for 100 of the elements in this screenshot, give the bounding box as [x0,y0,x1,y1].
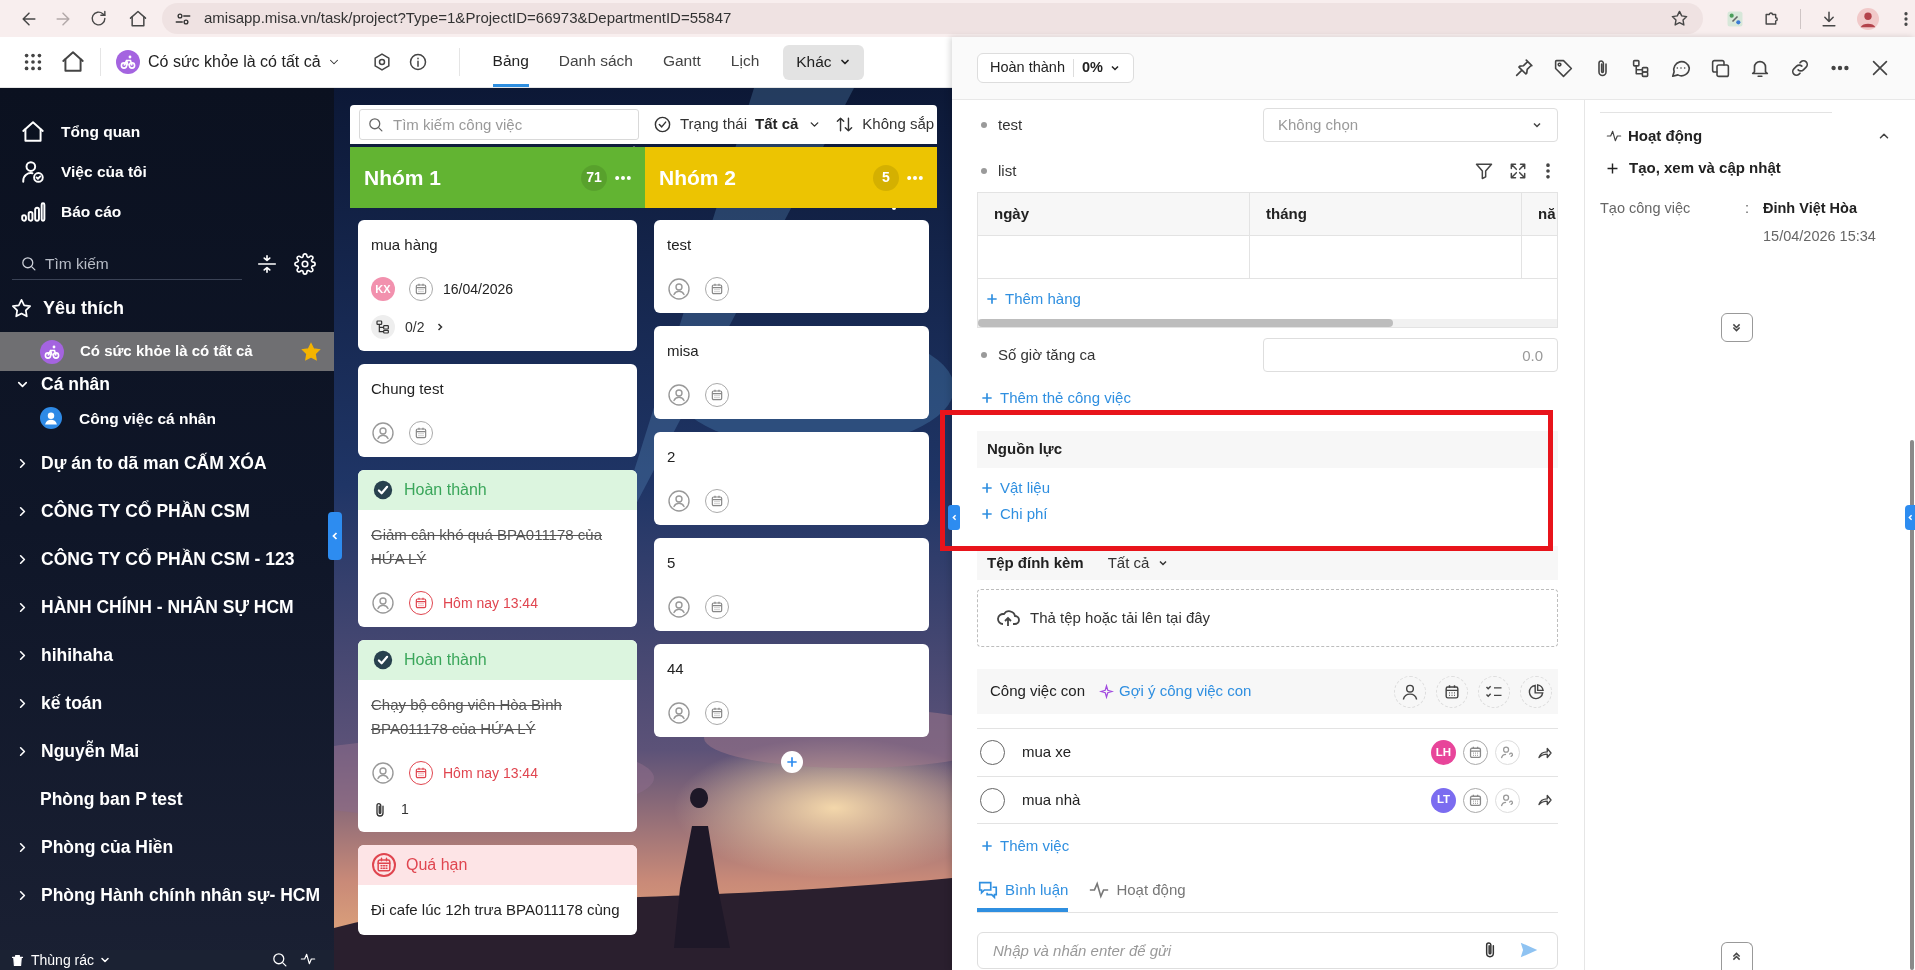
expand-more-button[interactable] [1720,312,1753,342]
search-icon[interactable] [271,951,288,968]
trash-menu[interactable]: Thùng rác [10,951,112,969]
add-resource-link[interactable]: Chi phí [979,502,1048,526]
sidebar-group[interactable]: HÀNH CHÍNH - NHÂN SỰ HCM [0,583,302,632]
panel-tab[interactable]: Hoạt động [1088,872,1186,912]
assignee-placeholder-icon[interactable] [371,591,395,615]
task-card[interactable]: Quá hạn Đi cafe lúc 12h trưa BPA011178 cùng [358,845,637,935]
expand-icon[interactable] [1508,161,1528,181]
collapse-panel-tab[interactable] [948,505,960,530]
apps-grid-icon[interactable] [22,51,44,73]
sidebar-group[interactable]: Cá nhân [0,371,119,398]
activity-user: Đinh Việt Hòa [1763,199,1858,218]
task-card[interactable]: Hoàn thành Giảm cân khó quá BPA011178 của HỨA LÝ Hôm nay 13:44 [358,470,637,627]
assignee-placeholder-icon[interactable] [667,383,691,407]
collapse-panel-tab[interactable] [1905,505,1915,530]
activity-filter[interactable]: Tạo, xem và cập nhật [1600,157,1891,179]
number-field[interactable]: 0.0 [1263,338,1558,372]
plus-icon [979,838,995,854]
sidebar-nav-item[interactable]: Báo cáo [0,192,334,232]
bookmark-star-icon[interactable] [1670,9,1689,28]
sidebar-group[interactable]: Dự án to dã man CẤM XÓA [0,439,275,488]
scroll-top-button[interactable] [1720,942,1753,970]
task-card[interactable]: Hoàn thành Chạy bộ công viên Hòa Bình BPA011178 của HỨA LÝ Hôm nay 13:44 1 [358,640,637,832]
info-icon[interactable] [407,52,428,72]
subtask-row[interactable]: mua nhà LT [977,776,1558,824]
scrollbar-thumb[interactable] [1910,440,1914,970]
task-card[interactable]: misa [654,326,929,419]
task-card[interactable]: 5 [654,538,929,631]
task-card[interactable]: Chung test [358,364,637,457]
reload-icon[interactable] [89,9,108,28]
settings-icon[interactable] [294,253,316,275]
panel-tab[interactable]: Bình luận [977,872,1069,912]
sidebar-group[interactable]: CÔNG TY CỔ PHẦN CSM [0,487,258,536]
assignee-placeholder-icon[interactable] [667,489,691,513]
file-dropzone[interactable]: Thả tệp hoặc tải lên tại đây [977,589,1558,647]
view-tab[interactable]: Gantt [662,37,701,87]
user-avatar-icon [40,407,62,430]
attachment-count: 1 [401,800,409,819]
sidebar-item[interactable]: Công việc cá nhân [0,397,334,440]
view-tab[interactable]: Lịch [730,37,760,87]
assignee-placeholder-icon[interactable] [371,761,395,785]
sidebar-group[interactable]: Phòng Hành chính nhân sự- HCM [0,871,329,920]
assignee-placeholder-icon[interactable] [667,595,691,619]
address-bar[interactable]: amisapp.misa.vn/task/project?Type=1&ProjectID=66973&DepartmentID=55847 [162,3,1703,34]
subtask-row[interactable]: mua xe LH [977,728,1558,776]
task-card[interactable]: test [654,220,929,313]
activity-header[interactable]: Hoạt động [1600,115,1891,157]
task-card[interactable]: 2 [654,432,929,525]
sidebar-search-field[interactable]: Tìm kiếm [12,248,242,280]
completion-dropdown[interactable]: Hoàn thành 0% [977,53,1134,83]
assignee-placeholder-icon[interactable] [371,421,395,445]
add-resource-link[interactable]: Vật liệu [979,476,1051,500]
sidebar-group[interactable]: Nguyễn Mai [0,727,148,776]
sidebar-group[interactable]: Phòng ban P test [0,775,191,824]
filter-icon[interactable] [1474,161,1494,181]
sidebar-group[interactable]: kế toán [0,679,111,728]
favorite-item[interactable]: Có sức khỏe là có tất cả [0,332,334,371]
plus-icon [979,506,995,522]
tag-icon[interactable] [1553,57,1574,79]
plus-icon [984,291,1000,307]
copy-icon[interactable] [1710,57,1731,79]
assignee-avatar[interactable]: LH [1431,740,1456,765]
add-subtask-link[interactable]: Thêm việc [979,834,1070,858]
hexagon-settings-icon[interactable] [371,52,392,72]
due-date: 16/04/2026 [443,279,514,299]
column-header: ngày [978,193,1250,235]
project-name: Có sức khỏe là có tất cả [148,52,321,72]
assignee-placeholder-icon[interactable] [667,701,691,725]
attachment-filter[interactable]: Tất cả [1107,551,1170,575]
status-banner: Quá hạn [358,845,637,885]
sidebar-group[interactable]: Phòng của Hiền [0,823,182,872]
favorite-star-icon[interactable] [300,340,322,363]
task-card[interactable]: mua hàng KX 16/04/2026 0/2 [358,220,637,351]
status-filter[interactable]: Trạng thái Tất cả [653,113,822,136]
count-badge: 5 [873,164,899,191]
home-icon[interactable] [128,8,148,29]
view-tab[interactable]: Danh sách [558,37,633,87]
home-icon [20,119,46,145]
scrollbar-thumb[interactable] [978,319,1393,327]
add-row-link[interactable]: Thêm hàng [984,287,1081,311]
sidebar-nav-item[interactable]: Tổng quan [0,112,334,152]
task-search-field[interactable]: Tìm kiếm công việc [359,109,639,140]
sidebar-nav-item[interactable]: Việc của tôi [0,152,334,192]
task-card[interactable]: 44 [654,644,929,737]
sort-menu[interactable]: Không sắp [835,113,935,136]
assignee-placeholder-icon[interactable] [667,277,691,301]
collapse-all-icon[interactable] [256,253,278,275]
profile-avatar[interactable] [1857,7,1879,30]
home-icon[interactable] [60,49,86,75]
assignee-avatar[interactable]: LT [1431,787,1456,813]
sidebar-group[interactable]: hihihaha [0,631,121,680]
sidebar-group[interactable]: CÔNG TY CỔ PHẦN CSM - 123 [0,535,303,584]
comment-field[interactable]: Nhập và nhấn enter để gửi [977,932,1558,969]
pin-icon[interactable] [1513,57,1535,79]
more-views-button[interactable]: Khác [783,44,864,80]
subtask-counter[interactable]: 0/2 [371,315,624,339]
link-icon[interactable] [1789,57,1811,79]
project-selector[interactable]: Có sức khỏe là có tất cả [116,50,341,74]
check-circle-icon [372,649,394,671]
